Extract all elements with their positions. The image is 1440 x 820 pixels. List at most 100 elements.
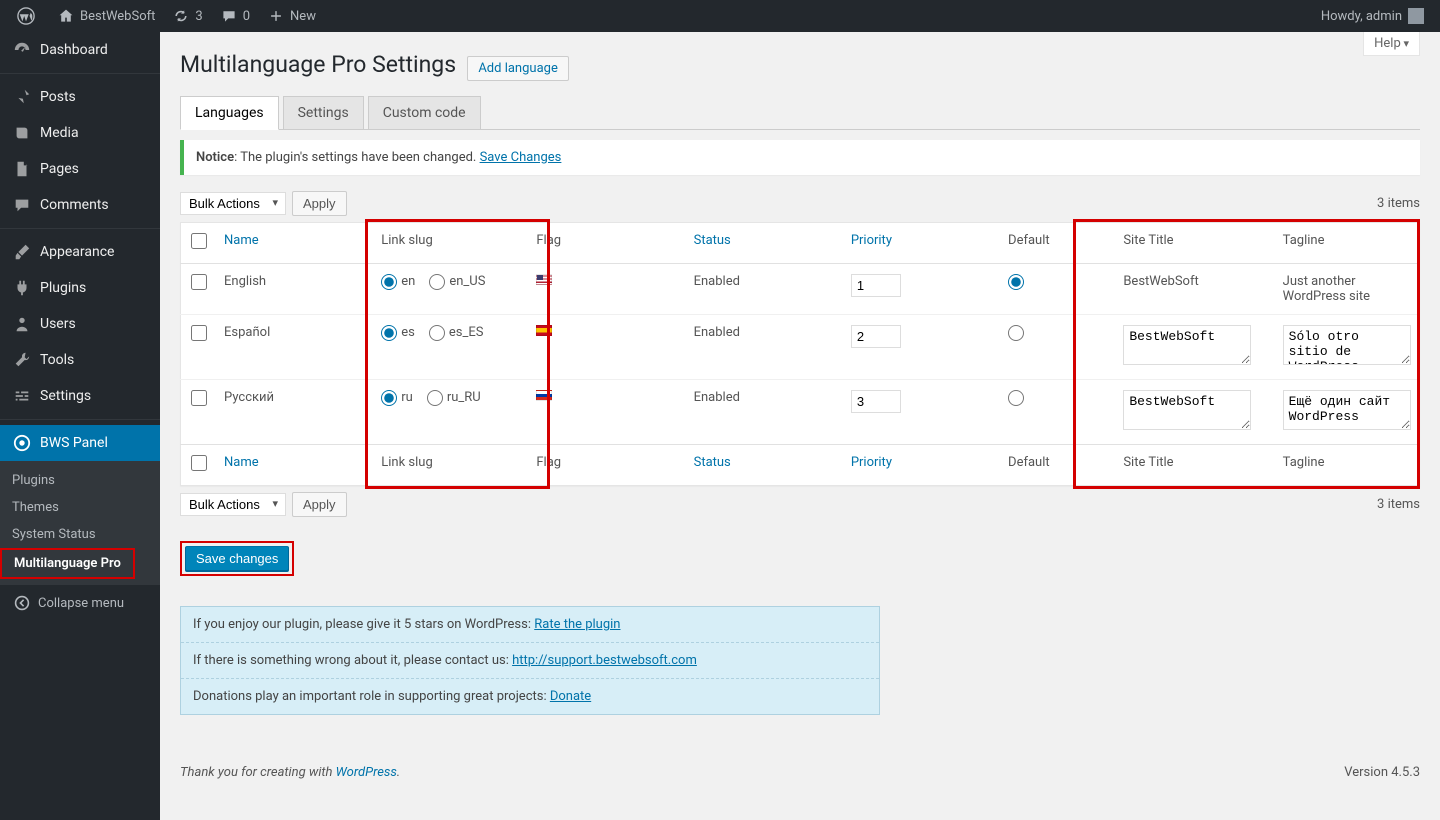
select-all-bottom[interactable] [191, 455, 207, 471]
apply-button-top[interactable]: Apply [292, 191, 347, 216]
nav-tabs: Languages Settings Custom code [180, 96, 1420, 130]
default-radio[interactable] [1008, 325, 1024, 341]
home-icon [56, 6, 76, 26]
slug-radio-long[interactable] [429, 274, 445, 290]
wordpress-icon [16, 6, 36, 26]
col-slug: Link slug [371, 223, 526, 264]
submenu-themes[interactable]: Themes [0, 494, 160, 521]
col-name[interactable]: Name [214, 223, 371, 264]
col-slug-f: Link slug [371, 445, 526, 486]
menu-media[interactable]: Media [0, 115, 160, 151]
row-tagline [1273, 315, 1420, 380]
col-priority[interactable]: Priority [841, 223, 998, 264]
tagline-input[interactable] [1283, 390, 1411, 430]
row-checkbox[interactable] [191, 390, 207, 406]
tablenav-bottom: Bulk Actions Apply 3 items [180, 492, 1420, 517]
info-rate-text: If you enjoy our plugin, please give it … [193, 617, 534, 632]
tablenav-top: Bulk Actions Apply 3 items [180, 191, 1420, 216]
menu-appearance[interactable]: Appearance [0, 234, 160, 270]
slug-radio-short[interactable] [381, 390, 397, 406]
wp-logo[interactable] [8, 0, 48, 32]
row-site-title [1113, 380, 1272, 445]
menu-settings[interactable]: Settings [0, 378, 160, 414]
site-title-input[interactable] [1123, 325, 1251, 365]
new-content-link[interactable]: New [258, 0, 324, 32]
col-tagline: Tagline [1273, 223, 1420, 264]
howdy-label: Howdy, admin [1321, 9, 1402, 24]
dashboard-icon [12, 40, 32, 60]
comments-link[interactable]: 0 [211, 0, 258, 32]
row-slug: eses_ES [371, 315, 526, 380]
tab-custom-code[interactable]: Custom code [368, 96, 481, 129]
submenu-system-status[interactable]: System Status [0, 521, 160, 548]
bulk-action-select-bottom[interactable]: Bulk Actions [180, 493, 286, 516]
menu-users[interactable]: Users [0, 306, 160, 342]
bulk-action-select-top[interactable]: Bulk Actions [180, 192, 286, 215]
items-count-bottom: 3 items [1377, 497, 1420, 512]
slug-radio-long[interactable] [427, 390, 443, 406]
priority-input[interactable] [851, 390, 901, 413]
table-row: Русскийruru_RUEnabled [181, 380, 1420, 445]
info-support-text: If there is something wrong about it, pl… [193, 653, 512, 668]
footer-wp-link[interactable]: WordPress [336, 765, 397, 780]
row-name: Русский [214, 380, 371, 445]
help-tab[interactable]: Help [1363, 32, 1420, 56]
site-title-input[interactable] [1123, 390, 1251, 430]
collapse-menu-button[interactable]: Collapse menu [0, 585, 160, 621]
slug-radio-short[interactable] [381, 325, 397, 341]
col-flag: Flag [526, 223, 683, 264]
menu-plugins[interactable]: Plugins [0, 270, 160, 306]
row-checkbox[interactable] [191, 325, 207, 341]
default-radio[interactable] [1008, 390, 1024, 406]
menu-bws-panel[interactable]: BWS Panel [0, 425, 160, 461]
brush-icon [12, 242, 32, 262]
bws-icon [12, 433, 32, 453]
comments-count: 0 [243, 9, 250, 24]
col-priority-f[interactable]: Priority [841, 445, 998, 486]
tagline-input[interactable] [1283, 325, 1411, 365]
row-name: Español [214, 315, 371, 380]
menu-comments[interactable]: Comments [0, 187, 160, 223]
rate-plugin-link[interactable]: Rate the plugin [534, 617, 620, 632]
col-name-f[interactable]: Name [214, 445, 371, 486]
menu-pages[interactable]: Pages [0, 151, 160, 187]
menu-dashboard[interactable]: Dashboard [0, 32, 160, 68]
col-status[interactable]: Status [684, 223, 841, 264]
site-name-link[interactable]: BestWebSoft [48, 0, 163, 32]
pin-icon [12, 87, 32, 107]
row-name: English [214, 264, 371, 315]
media-icon [12, 123, 32, 143]
slug-radio-long[interactable] [429, 325, 445, 341]
priority-input[interactable] [851, 325, 901, 348]
site-name-label: BestWebSoft [80, 9, 155, 24]
support-link[interactable]: http://support.bestwebsoft.com [512, 653, 697, 668]
menu-posts[interactable]: Posts [0, 79, 160, 115]
select-all-top[interactable] [191, 233, 207, 249]
notice-save-link[interactable]: Save Changes [480, 150, 562, 165]
menu-tools[interactable]: Tools [0, 342, 160, 378]
slug-radio-short[interactable] [381, 274, 397, 290]
col-flag-f: Flag [526, 445, 683, 486]
info-donate-text: Donations play an important role in supp… [193, 689, 550, 704]
tab-languages[interactable]: Languages [180, 96, 279, 130]
user-icon [12, 314, 32, 334]
updates-count: 3 [195, 9, 202, 24]
row-checkbox[interactable] [191, 274, 207, 290]
priority-input[interactable] [851, 274, 901, 297]
apply-button-bottom[interactable]: Apply [292, 492, 347, 517]
col-status-f[interactable]: Status [684, 445, 841, 486]
row-tagline: Just another WordPress site [1273, 264, 1420, 315]
updates-link[interactable]: 3 [163, 0, 210, 32]
add-language-button[interactable]: Add language [467, 56, 569, 81]
admin-footer: Thank you for creating with WordPress. V… [180, 765, 1420, 780]
save-changes-button[interactable]: Save changes [185, 546, 289, 571]
submenu-multilanguage-pro[interactable]: Multilanguage Pro [0, 548, 135, 579]
submenu-plugins[interactable]: Plugins [0, 467, 160, 494]
page-title: Multilanguage Pro Settings [180, 42, 456, 82]
new-label: New [290, 9, 316, 24]
row-flag [526, 380, 683, 445]
donate-link[interactable]: Donate [550, 689, 591, 704]
my-account-link[interactable]: Howdy, admin [1313, 0, 1432, 32]
tab-settings[interactable]: Settings [283, 96, 364, 129]
default-radio[interactable] [1008, 274, 1024, 290]
